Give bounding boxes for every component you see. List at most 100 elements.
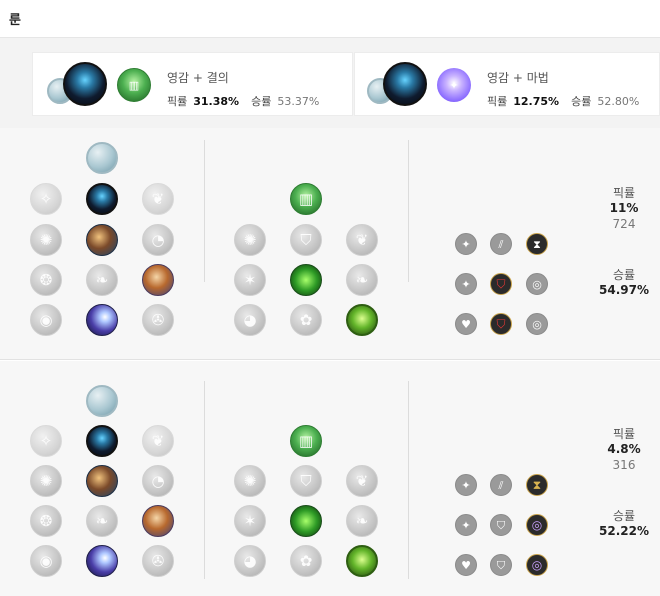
rune-summary-band: ▥ 영감 + 결의 픽률 31.38% 승률 53.37% ✦ 영감 + 마법 픽률 1… bbox=[0, 38, 660, 128]
adaptive-force-shard-icon: ✦ bbox=[455, 514, 477, 536]
biscuit-delivery-icon bbox=[142, 505, 174, 537]
win-rate-value: 52.22% bbox=[599, 524, 649, 538]
column-divider bbox=[204, 140, 205, 282]
pick-rate-label: 픽률 bbox=[487, 95, 508, 108]
shield-bash-icon: ❦ bbox=[346, 465, 378, 497]
pick-rate-value: 11% bbox=[609, 201, 639, 215]
first-strike-book-icon bbox=[63, 62, 107, 106]
time-warp-tonic-icon: ❧ bbox=[86, 264, 118, 296]
unsealed-spellbook-icon: ❦ bbox=[142, 425, 174, 457]
pick-rate-block: 픽률 11% 724 bbox=[592, 184, 656, 231]
magical-footwear-icon bbox=[86, 465, 118, 497]
glacial-augment-icon: ✧ bbox=[30, 425, 62, 457]
rune-summary-card[interactable]: ▥ 영감 + 결의 픽률 31.38% 승률 53.37% bbox=[32, 52, 353, 116]
adaptive-force-shard-icon: ✦ bbox=[455, 273, 477, 295]
pick-rate-value: 4.8% bbox=[607, 442, 641, 456]
cash-back-icon: ◔ bbox=[142, 224, 174, 256]
win-rate-label: 승률 bbox=[612, 509, 636, 523]
hextech-flashtraption-icon: ✺ bbox=[30, 224, 62, 256]
magic-resist-shard-icon: ◎ bbox=[526, 514, 548, 536]
summary-title: 영감 + 결의 bbox=[167, 71, 229, 85]
armor-shard-icon: ⛉ bbox=[490, 554, 512, 576]
magic-resist-shard-icon: ◎ bbox=[526, 273, 548, 295]
overgrowth-icon: ◕ bbox=[234, 304, 266, 336]
adaptive-force-shard-icon: ✦ bbox=[455, 474, 477, 496]
first-strike-book-icon bbox=[383, 62, 427, 106]
bone-plating-icon: ❧ bbox=[346, 505, 378, 537]
armor-shard-icon: ⛉ bbox=[490, 514, 512, 536]
demolish-icon: ✺ bbox=[234, 465, 266, 497]
second-wind-icon bbox=[290, 264, 322, 296]
resolve-shield-icon: ▥ bbox=[290, 425, 322, 457]
adaptive-force-shard-icon: ✦ bbox=[455, 233, 477, 255]
rune-page[interactable]: ✧ ❦ ✺ ◔ ❂ ❧ ◉ ✇ ▥ ✺ ⛉ ❦ ✶ ❧ ◕ ✿ ✦ ⫽ ⧗ ✦ … bbox=[0, 361, 660, 596]
triple-tonic-icon: ❂ bbox=[30, 264, 62, 296]
revitalize-icon: ✿ bbox=[290, 304, 322, 336]
rune-page[interactable]: ✧ ❦ ✺ ◔ ❂ ❧ ◉ ✇ ▥ ✺ ⛉ ❦ ✶ ❧ ◕ ✿ ✦ ⫽ ⧗ ✦ … bbox=[0, 128, 660, 360]
biscuit-delivery-icon bbox=[142, 264, 174, 296]
pick-rate-value: 12.75% bbox=[513, 95, 560, 108]
summary-stats: 픽률 12.75% 승률 52.80% bbox=[487, 93, 639, 109]
cash-back-icon: ◔ bbox=[142, 465, 174, 497]
attack-speed-shard-icon: ⫽ bbox=[490, 233, 512, 255]
win-rate-label: 승률 bbox=[612, 268, 636, 282]
jack-of-all-trades-icon: ✇ bbox=[142, 545, 174, 577]
runes-title: 룬 bbox=[9, 13, 21, 28]
approach-velocity-icon bbox=[86, 304, 118, 336]
pick-rate-label: 픽률 bbox=[612, 186, 636, 200]
column-divider bbox=[408, 381, 409, 579]
inspiration-stone-icon bbox=[86, 142, 118, 174]
first-strike-book-icon bbox=[86, 183, 118, 215]
revitalize-icon: ✿ bbox=[290, 545, 322, 577]
unsealed-spellbook-icon: ❦ bbox=[142, 183, 174, 215]
win-rate-label: 승률 bbox=[571, 95, 592, 108]
column-divider bbox=[204, 381, 205, 579]
conditioning-icon: ✶ bbox=[234, 505, 266, 537]
win-rate-value: 54.97% bbox=[599, 283, 649, 297]
ability-haste-shard-icon: ⧗ bbox=[526, 233, 548, 255]
health-shard-icon: ♥ bbox=[455, 554, 477, 576]
sorcery-crystal-icon: ✦ bbox=[437, 68, 471, 102]
glacial-augment-icon: ✧ bbox=[30, 183, 62, 215]
attack-speed-shard-icon: ⫽ bbox=[490, 474, 512, 496]
time-warp-tonic-icon: ❧ bbox=[86, 505, 118, 537]
ability-haste-shard-icon: ⧗ bbox=[526, 474, 548, 496]
column-divider bbox=[408, 140, 409, 282]
win-rate-block: 승률 54.97% bbox=[592, 266, 656, 297]
summary-stats: 픽률 31.38% 승률 53.37% bbox=[167, 93, 319, 109]
font-of-life-icon: ⛉ bbox=[290, 465, 322, 497]
second-wind-icon bbox=[290, 505, 322, 537]
pick-rate-label: 픽률 bbox=[167, 95, 188, 108]
win-rate-value: 52.80% bbox=[597, 95, 640, 108]
overgrowth-icon: ◕ bbox=[234, 545, 266, 577]
win-rate-label: 승률 bbox=[251, 95, 272, 108]
approach-velocity-icon bbox=[86, 545, 118, 577]
cosmic-insight-icon: ◉ bbox=[30, 304, 62, 336]
hextech-flashtraption-icon: ✺ bbox=[30, 465, 62, 497]
unflinching-icon bbox=[346, 545, 378, 577]
first-strike-book-icon bbox=[86, 425, 118, 457]
triple-tonic-icon: ❂ bbox=[30, 505, 62, 537]
resolve-shield-icon: ▥ bbox=[290, 183, 322, 215]
win-rate-value: 53.37% bbox=[277, 95, 320, 108]
game-count: 724 bbox=[612, 217, 636, 231]
demolish-icon: ✺ bbox=[234, 224, 266, 256]
resolve-shield-icon: ▥ bbox=[117, 68, 151, 102]
pick-rate-label: 픽률 bbox=[612, 427, 636, 441]
game-count: 316 bbox=[612, 458, 636, 472]
rune-summary-card[interactable]: ✦ 영감 + 마법 픽률 12.75% 승률 52.80% bbox=[354, 52, 660, 116]
jack-of-all-trades-icon: ✇ bbox=[142, 304, 174, 336]
shield-bash-icon: ❦ bbox=[346, 224, 378, 256]
font-of-life-icon: ⛉ bbox=[290, 224, 322, 256]
magic-resist-shard-icon: ◎ bbox=[526, 313, 548, 335]
summary-title: 영감 + 마법 bbox=[487, 71, 549, 85]
pick-rate-block: 픽률 4.8% 316 bbox=[592, 425, 656, 472]
pick-rate-value: 31.38% bbox=[193, 95, 240, 108]
cosmic-insight-icon: ◉ bbox=[30, 545, 62, 577]
armor-shard-icon: ⛉ bbox=[490, 273, 512, 295]
runes-header: 룬 bbox=[0, 0, 660, 38]
unflinching-icon bbox=[346, 304, 378, 336]
inspiration-stone-icon bbox=[86, 385, 118, 417]
magical-footwear-icon bbox=[86, 224, 118, 256]
armor-shard-icon: ⛉ bbox=[490, 313, 512, 335]
